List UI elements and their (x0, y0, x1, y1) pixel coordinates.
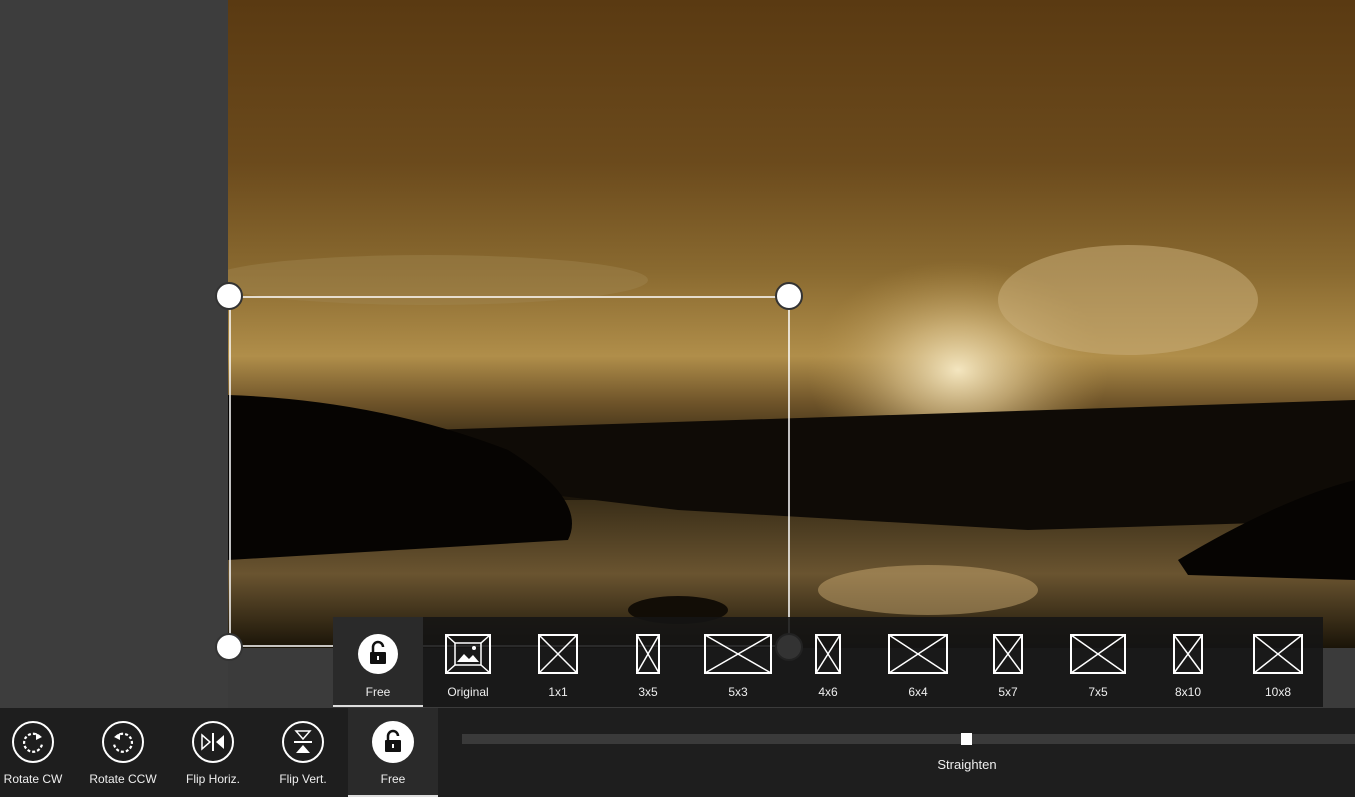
aspect-4x6[interactable]: 4x6 (783, 617, 873, 707)
aspect-label: 10x8 (1264, 685, 1292, 699)
aspect-label: 6x4 (908, 685, 928, 699)
aspect-label: Free (365, 685, 391, 699)
rotate-ccw-button[interactable]: Rotate CCW (78, 708, 168, 797)
ratio-6x4-icon (888, 629, 948, 679)
aspect-10x8[interactable]: 10x8 (1233, 617, 1323, 707)
ratio-5x3-icon (704, 629, 772, 679)
ratio-4x6-icon (815, 629, 841, 679)
straighten-label: Straighten (937, 757, 997, 772)
bottom-toolbar: Rotate CW Rotate CCW Flip Horiz. Flip Ve… (0, 708, 1355, 797)
aspect-label: 5x3 (728, 685, 748, 699)
aspect-1x1[interactable]: 1x1 (513, 617, 603, 707)
aspect-6x4[interactable]: 6x4 (873, 617, 963, 707)
crop-handle-bottom-left[interactable] (215, 633, 243, 661)
ratio-10x8-icon (1253, 629, 1303, 679)
aspect-label: 4x6 (818, 685, 838, 699)
aspect-5x3[interactable]: 5x3 (693, 617, 783, 707)
crop-handle-bottom-right[interactable] (775, 633, 803, 661)
ratio-7x5-icon (1070, 629, 1126, 679)
tool-label: Flip Horiz. (185, 772, 240, 786)
rotate-cw-button[interactable]: Rotate CW (0, 708, 78, 797)
unlock-icon (357, 629, 399, 679)
rotate-cw-icon (12, 721, 54, 763)
aspect-label: 8x10 (1174, 685, 1202, 699)
flip-horizontal-button[interactable]: Flip Horiz. (168, 708, 258, 797)
aspect-5x7[interactable]: 5x7 (963, 617, 1053, 707)
tool-label: Flip Vert. (279, 772, 327, 786)
straighten-slider-thumb[interactable] (961, 733, 972, 745)
aspect-3x5[interactable]: 3x5 (603, 617, 693, 707)
aspect-free[interactable]: Free (333, 617, 423, 707)
aspect-label: 3x5 (638, 685, 658, 699)
aspect-label: 5x7 (998, 685, 1018, 699)
tool-label: Rotate CW (3, 772, 63, 786)
flip-vertical-button[interactable]: Flip Vert. (258, 708, 348, 797)
rotate-ccw-icon (102, 721, 144, 763)
flip-vertical-icon (282, 721, 324, 763)
aspect-original[interactable]: Original (423, 617, 513, 707)
ratio-5x7-icon (993, 629, 1023, 679)
tool-label: Free (380, 772, 406, 786)
free-crop-button[interactable]: Free (348, 708, 438, 797)
aspect-8x10[interactable]: 8x10 (1143, 617, 1233, 707)
crop-handle-top-right[interactable] (775, 282, 803, 310)
aspect-label: 7x5 (1088, 685, 1108, 699)
tool-label: Rotate CCW (89, 772, 157, 786)
unlock-icon (372, 721, 414, 763)
aspect-ratio-bar: Free Original 1x1 3x5 5x3 4x6 6x4 5x7 7x… (333, 617, 1323, 707)
aspect-label: 1x1 (548, 685, 568, 699)
image-icon (445, 629, 491, 679)
crop-rectangle[interactable] (229, 296, 790, 647)
flip-horizontal-icon (192, 721, 234, 763)
straighten-slider-track[interactable] (462, 734, 1355, 744)
crop-handle-top-left[interactable] (215, 282, 243, 310)
ratio-8x10-icon (1173, 629, 1203, 679)
ratio-3x5-icon (636, 629, 660, 679)
aspect-7x5[interactable]: 7x5 (1053, 617, 1143, 707)
ratio-1x1-icon (538, 629, 578, 679)
canvas-background (0, 0, 228, 708)
aspect-label: Original (447, 685, 489, 699)
photo-editor: Free Original 1x1 3x5 5x3 4x6 6x4 5x7 7x… (0, 0, 1355, 797)
